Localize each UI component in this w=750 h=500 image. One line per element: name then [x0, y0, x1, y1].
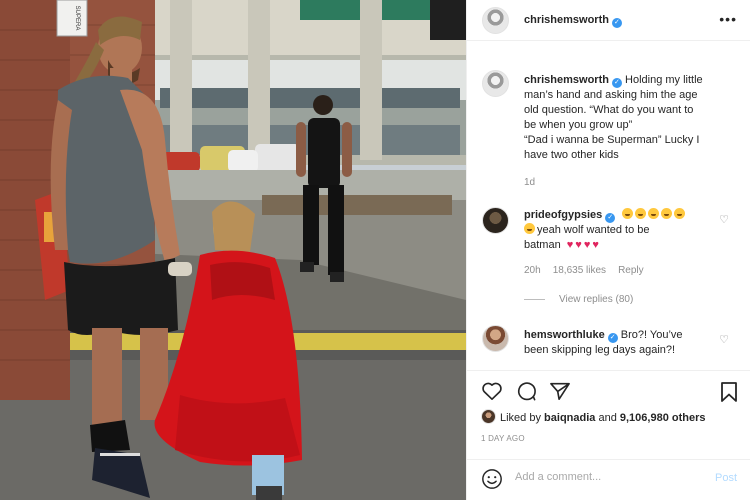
comment-line: yeah wolf wanted to be	[537, 224, 650, 236]
post-header: chrishemsworth ✓ •••	[467, 0, 750, 41]
commenter-avatar[interactable]	[482, 207, 509, 234]
comment-username[interactable]: prideofgypsies	[524, 209, 602, 221]
more-options-button[interactable]: •••	[719, 11, 737, 27]
comment-line: been skipping leg days again?!	[524, 344, 676, 356]
comment-meta: 20h 18,635 likes Reply	[524, 265, 644, 276]
caption-age[interactable]: 1d	[524, 177, 535, 188]
post-actions-bar	[467, 378, 750, 408]
emoji-picker-smiley-icon[interactable]	[481, 468, 503, 493]
liked-by-row: Liked by baiqnadia and 9,106,980 others	[481, 409, 706, 424]
comment-likes[interactable]: 18,635 likes	[553, 265, 606, 276]
caption-text: chrishemsworth ✓ Holding my little man’s …	[524, 73, 719, 163]
verified-badge-icon: ✓	[605, 213, 616, 223]
post-photo[interactable]: SUPERA	[0, 0, 466, 500]
laughing-emoji-icon	[622, 208, 634, 219]
author-name-row: chrishemsworth ✓	[524, 14, 622, 28]
wall-sign-text: SUPERA	[74, 6, 80, 31]
comment-age[interactable]: 20h	[524, 265, 541, 276]
laughing-emoji-icon	[674, 208, 686, 219]
red-heart-emoji-icon: ♥	[575, 239, 582, 251]
add-comment-input[interactable]	[515, 471, 695, 483]
laughing-emoji-icon	[635, 208, 647, 219]
liker-avatar[interactable]	[481, 409, 496, 424]
view-replies-button[interactable]: View replies (80)	[524, 294, 633, 305]
reply-button[interactable]: Reply	[618, 265, 644, 276]
red-heart-emoji-icon: ♥	[592, 239, 599, 251]
comment-bubble-icon[interactable]	[515, 381, 537, 404]
photo-scene: SUPERA	[0, 0, 466, 500]
caption-line: “Dad i wanna be Superman” Lucky I	[524, 134, 700, 146]
view-replies-label: View replies (80)	[559, 294, 634, 305]
comment-username[interactable]: hemsworthluke	[524, 329, 605, 341]
post-age[interactable]: 1 DAY AGO	[481, 434, 525, 443]
divider	[467, 370, 750, 371]
commenter-avatar[interactable]	[482, 325, 509, 352]
replies-dash	[524, 298, 545, 300]
caption-author-avatar[interactable]	[482, 70, 509, 97]
like-comment-heart-icon[interactable]: ♡	[719, 213, 729, 226]
laughing-emoji-icon	[524, 223, 535, 234]
likes-count[interactable]: 9,106,980 others	[620, 412, 706, 424]
like-comment-heart-icon[interactable]: ♡	[719, 333, 729, 346]
verified-badge-icon: ✓	[611, 18, 622, 28]
caption-line: Holding my little	[625, 74, 703, 86]
comment-composer: Post	[467, 460, 750, 500]
comment-text: hemsworthluke ✓ Bro?! You’ve been skippin…	[524, 328, 719, 358]
like-heart-icon[interactable]	[481, 381, 503, 404]
caption-username[interactable]: chrishemsworth	[524, 74, 609, 86]
verified-badge-icon: ✓	[607, 333, 618, 343]
author-avatar[interactable]	[482, 7, 509, 34]
verified-badge-icon: ✓	[611, 78, 622, 88]
liked-by-prefix: Liked by	[500, 412, 541, 424]
red-heart-emoji-icon: ♥	[566, 239, 574, 251]
comment-line: Bro?! You’ve	[620, 329, 683, 341]
laughing-emoji-icon	[648, 208, 660, 219]
author-username[interactable]: chrishemsworth	[524, 14, 609, 26]
comment-line: batman	[524, 239, 561, 251]
red-heart-emoji-icon: ♥	[583, 239, 591, 251]
laughing-emoji-icon	[661, 208, 673, 219]
save-bookmark-icon[interactable]	[719, 381, 739, 406]
post-comment-button[interactable]: Post	[715, 472, 737, 484]
caption-line: have two other kids	[524, 149, 619, 161]
comment-text: prideofgypsies ✓ yeah wolf wanted to be b…	[524, 208, 719, 253]
caption-line: old question. “What do you want to	[524, 104, 694, 116]
liked-by-username[interactable]: baiqnadia	[544, 412, 595, 424]
red-hearts-row: ♥ ♥ ♥ ♥	[567, 239, 601, 251]
liked-by-and: and	[598, 412, 617, 424]
share-paper-plane-icon[interactable]	[549, 381, 571, 404]
post-sidebar: chrishemsworth ✓ ••• chrishemsworth ✓ Hold…	[466, 0, 750, 500]
caption-line: man’s hand and asking him the age	[524, 89, 698, 101]
caption-line: be when you grow up”	[524, 119, 633, 131]
laughing-emoji-row	[622, 208, 687, 221]
